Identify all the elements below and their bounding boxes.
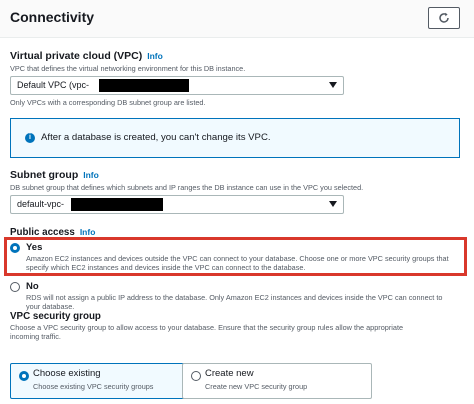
public-access-yes-label[interactable]: Yes	[26, 242, 42, 253]
create-new-tile[interactable]: Create new Create new VPC security group	[182, 363, 372, 399]
public-access-info-link[interactable]: Info	[80, 227, 96, 237]
choose-existing-description: Choose existing VPC security groups	[33, 382, 154, 391]
public-access-no-radio[interactable]	[10, 282, 20, 292]
redacted-vpc-id	[99, 79, 189, 92]
choose-existing-label: Choose existing	[33, 368, 101, 379]
info-alert: i After a database is created, you can't…	[10, 118, 460, 158]
refresh-button[interactable]	[428, 7, 460, 29]
create-new-radio[interactable]	[191, 371, 201, 381]
vpc-select[interactable]: Default VPC (vpc-	[10, 76, 344, 95]
alert-text: After a database is created, you can't c…	[41, 132, 271, 143]
vpc-description: VPC that defines the virtual networking …	[10, 64, 246, 73]
vpc-security-group-description-2: incoming traffic.	[10, 332, 61, 341]
subnet-group-select-value: default-vpc-	[17, 199, 65, 209]
vpc-hint: Only VPCs with a corresponding DB subnet…	[10, 98, 206, 107]
subnet-group-info-link[interactable]: Info	[83, 170, 99, 180]
public-access-no-label[interactable]: No	[26, 281, 39, 292]
chevron-down-icon	[329, 82, 337, 88]
choose-existing-radio[interactable]	[19, 371, 29, 381]
subnet-group-select[interactable]: default-vpc-	[10, 195, 344, 214]
choose-existing-tile[interactable]: Choose existing Choose existing VPC secu…	[10, 363, 200, 399]
subnet-group-description: DB subnet group that defines which subne…	[10, 183, 364, 192]
public-access-no-description-1: RDS will not assign a public IP address …	[26, 293, 443, 302]
info-icon: i	[25, 133, 35, 143]
chevron-down-icon	[329, 201, 337, 207]
vpc-label-text: Virtual private cloud (VPC)	[10, 50, 143, 62]
create-new-description: Create new VPC security group	[205, 382, 308, 391]
vpc-label: Virtual private cloud (VPC) Info	[10, 50, 163, 62]
public-access-yes-description-2: specify which EC2 instances and devices …	[26, 263, 306, 272]
vpc-security-group-description-1: Choose a VPC security group to allow acc…	[10, 323, 404, 332]
subnet-group-label-text: Subnet group	[10, 169, 79, 181]
vpc-select-value: Default VPC (vpc-	[17, 80, 90, 90]
vpc-security-group-label: VPC security group	[10, 311, 101, 322]
subnet-group-label: Subnet group Info	[10, 169, 99, 181]
section-title: Connectivity	[10, 9, 95, 25]
redacted-subnet-id	[71, 198, 163, 211]
public-access-yes-radio[interactable]	[10, 243, 20, 253]
create-new-label: Create new	[205, 368, 254, 379]
refresh-icon	[439, 12, 449, 23]
vpc-info-link[interactable]: Info	[147, 51, 163, 61]
